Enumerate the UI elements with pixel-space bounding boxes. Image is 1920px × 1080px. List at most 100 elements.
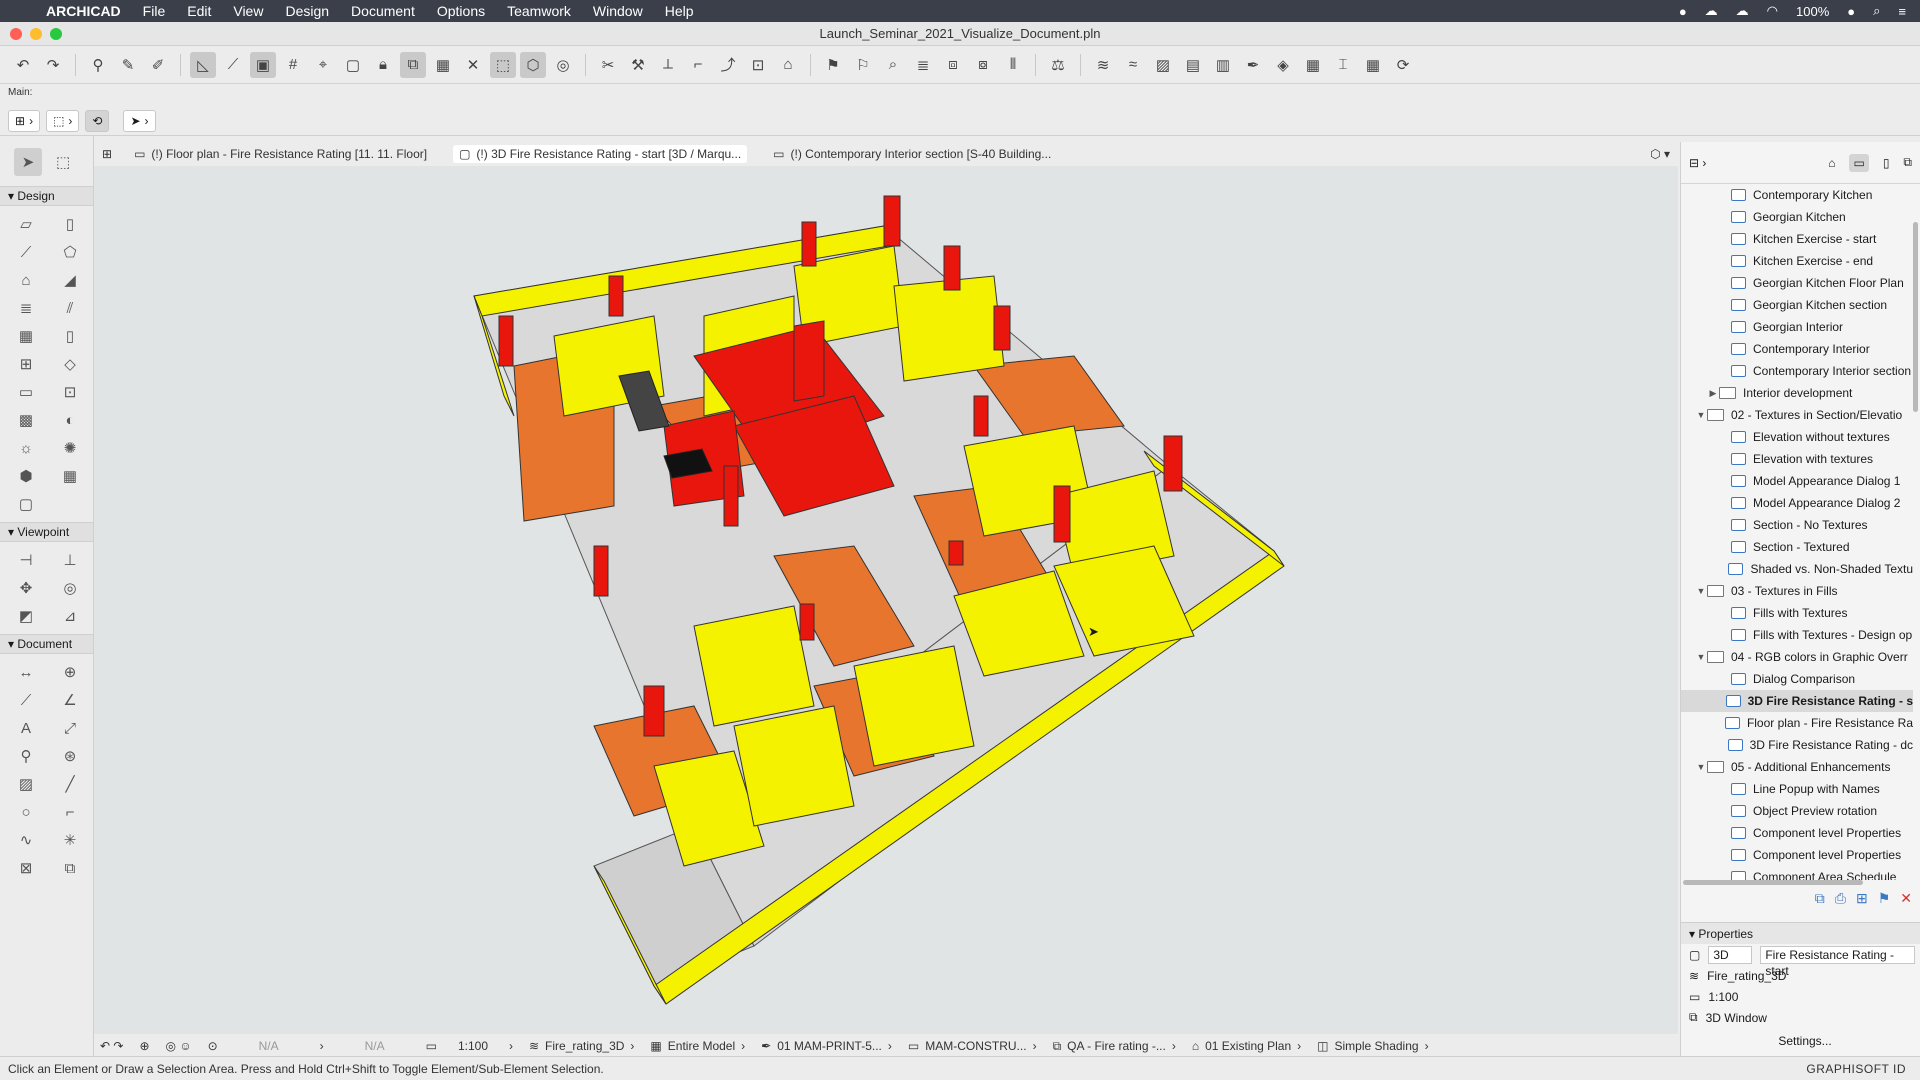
navigator-item[interactable]: ▼ 05 - Additional Enhancements xyxy=(1681,756,1913,778)
level-dimension-tool-icon[interactable]: ⟋ xyxy=(4,686,48,714)
mep-tool-icon[interactable]: ⬢ xyxy=(4,462,48,490)
menu-design[interactable]: Design xyxy=(285,3,329,19)
tab-options[interactable]: ⬡ ▾ xyxy=(1650,147,1670,161)
save-view-icon[interactable]: ⎙ xyxy=(1835,890,1846,907)
shading-selector[interactable]: ◫ Simple Shading › xyxy=(1317,1039,1428,1053)
slab-tool-icon[interactable]: ⬠ xyxy=(48,238,92,266)
navigator-item[interactable]: 3D Fire Resistance Rating - s xyxy=(1681,690,1913,712)
settings-button[interactable]: Settings... xyxy=(1778,1034,1831,1048)
render-icon[interactable]: ◎ xyxy=(550,52,576,78)
chevron-down-icon[interactable]: ▼ xyxy=(1695,652,1707,662)
toolbox-section-design[interactable]: ▾ Design xyxy=(0,186,93,206)
align-icon[interactable]: ⫴ xyxy=(1000,52,1026,78)
door-tool-icon[interactable]: ▯ xyxy=(48,322,92,350)
navigator-item[interactable]: 3D Fire Resistance Rating - dc xyxy=(1681,734,1913,756)
rotate-button[interactable]: ⟲ xyxy=(85,110,110,132)
model-view-selector[interactable]: ▦ Entire Model › xyxy=(650,1039,745,1053)
display-order-icon[interactable]: ≣ xyxy=(910,52,936,78)
navigator-item[interactable]: Section - No Textures xyxy=(1681,514,1913,536)
navigator-item[interactable]: Model Appearance Dialog 1 xyxy=(1681,470,1913,492)
graphisoft-id-link[interactable]: GRAPHISOFT ID xyxy=(1806,1062,1920,1076)
stair-tool-icon[interactable]: ≣ xyxy=(4,294,48,322)
navigator-item[interactable]: Component level Properties xyxy=(1681,822,1913,844)
layer-settings-icon[interactable]: ≋ xyxy=(1090,52,1116,78)
navigator-vertical-scrollbar[interactable] xyxy=(1913,222,1918,412)
split-icon[interactable]: ✂ xyxy=(595,52,621,78)
navigator-item[interactable]: Line Popup with Names xyxy=(1681,778,1913,800)
text-tool-icon[interactable]: A xyxy=(4,714,48,742)
section-icon[interactable]: ✕ xyxy=(460,52,486,78)
navigator-item[interactable]: Component Area Schedule xyxy=(1681,866,1913,880)
pen-set-selector[interactable]: ✒ 01 MAM-PRINT-5... › xyxy=(761,1039,892,1053)
navigator-item[interactable]: Georgian Interior xyxy=(1681,316,1913,338)
selection-method[interactable]: ⬚ › xyxy=(46,110,80,132)
beam-tool-icon[interactable]: ⟋ xyxy=(4,238,48,266)
view-map-icon[interactable]: ▭ xyxy=(1849,153,1869,172)
dimensions-icon[interactable]: ⌶ xyxy=(1330,52,1356,78)
redo-icon[interactable]: ↷ xyxy=(40,52,66,78)
snap-points-icon[interactable]: ▣ xyxy=(250,51,276,78)
hotspot-tool-icon[interactable]: ✳ xyxy=(48,826,92,854)
chevron-down-icon[interactable]: ▼ xyxy=(1695,762,1707,772)
tab-section[interactable]: ▭ (!) Contemporary Interior section [S-40… xyxy=(773,147,1051,161)
navigator-item[interactable]: Floor plan - Fire Resistance Ra xyxy=(1681,712,1913,734)
properties-header[interactable]: ▾ Properties xyxy=(1681,922,1920,944)
navigator-item[interactable]: Georgian Kitchen xyxy=(1681,206,1913,228)
navigator-item[interactable]: Georgian Kitchen Floor Plan xyxy=(1681,272,1913,294)
delete-icon[interactable]: ✕ xyxy=(1900,890,1912,907)
minimize-window-button[interactable] xyxy=(30,28,42,40)
new-folder-icon[interactable]: ⊞ xyxy=(1856,890,1868,907)
teamwork-send-icon[interactable]: ⟳ xyxy=(1390,52,1416,78)
pick-up-parameters-icon[interactable]: ✎ xyxy=(115,52,141,78)
mesh-tool-icon[interactable]: ▩ xyxy=(4,406,48,434)
navigator-item[interactable]: ▶ Interior development xyxy=(1681,382,1913,404)
chevron-down-icon[interactable]: ▼ xyxy=(1695,410,1707,420)
lamp-tool-icon[interactable]: ☼ xyxy=(4,434,48,462)
zoom-in-button[interactable]: ⊕ xyxy=(139,1039,149,1053)
floor-plan-icon[interactable]: ▦ xyxy=(430,52,456,78)
undo-zoom-button[interactable]: ↶ ↷ xyxy=(100,1039,123,1053)
user-icon[interactable]: ● xyxy=(1847,4,1855,19)
menu-view[interactable]: View xyxy=(233,3,263,19)
renovation-icon[interactable]: ⚖ xyxy=(1045,52,1071,78)
resize-icon[interactable]: ⊡ xyxy=(745,52,771,78)
close-window-button[interactable] xyxy=(10,28,22,40)
lock-icon[interactable]: 🔒︎ xyxy=(370,52,396,78)
trace-icon[interactable]: ⧉ xyxy=(400,51,426,78)
marquee-tool-icon[interactable]: ⬚ xyxy=(56,148,70,176)
renovation-selector[interactable]: ⌂ 01 Existing Plan › xyxy=(1192,1039,1301,1053)
navigator-item[interactable]: Dialog Comparison xyxy=(1681,668,1913,690)
change-tool-icon[interactable]: ⊿ xyxy=(48,602,92,630)
menu-options[interactable]: Options xyxy=(437,3,485,19)
search-replace-icon[interactable]: ⌕ xyxy=(880,52,906,78)
find-select-icon[interactable]: ⚲ xyxy=(85,52,111,78)
window-tool-icon[interactable]: ⊞ xyxy=(4,350,48,378)
surfaces-icon[interactable]: ◈ xyxy=(1270,52,1296,78)
orbit-button[interactable]: ◎ ☺ xyxy=(166,1039,192,1053)
construction-selector[interactable]: ▭ MAM-CONSTRU... › xyxy=(908,1039,1037,1053)
battery-text[interactable]: 100% xyxy=(1796,4,1829,19)
navigator-item[interactable]: ▼ 03 - Textures in Fills xyxy=(1681,580,1913,602)
profiles-icon[interactable]: ▥ xyxy=(1210,52,1236,78)
undo-icon[interactable]: ↶ xyxy=(10,52,36,78)
settings-icon[interactable]: ⚑ xyxy=(1878,890,1891,907)
opening-tool-icon[interactable]: ▢ xyxy=(4,490,48,518)
section-tool-icon[interactable]: ⊣ xyxy=(4,546,48,574)
wifi-icon[interactable]: ◠ xyxy=(1767,3,1778,19)
skylight-tool-icon[interactable]: ◇ xyxy=(48,350,92,378)
curtain-wall-tool-icon[interactable]: ▦ xyxy=(4,322,48,350)
navigator-item[interactable]: Contemporary Kitchen xyxy=(1681,184,1913,206)
toolbox-section-viewpoint[interactable]: ▾ Viewpoint xyxy=(0,522,93,542)
worksheet-tool-icon[interactable]: ◎ xyxy=(48,574,92,602)
flag-icon[interactable]: ⚑ xyxy=(820,52,846,78)
line-types-icon[interactable]: ≈ xyxy=(1120,52,1146,78)
roof-tool-icon[interactable]: ⌂ xyxy=(4,266,48,294)
navigator-item[interactable]: Fills with Textures xyxy=(1681,602,1913,624)
suspend-groups-icon[interactable]: ⌖ xyxy=(310,52,336,78)
navigator-item[interactable]: Kitchen Exercise - start xyxy=(1681,228,1913,250)
3d-viewport[interactable]: ➤ xyxy=(94,166,1678,1034)
arrow-tool-icon[interactable]: ➤ xyxy=(14,148,42,176)
navigator-item[interactable]: Elevation with textures xyxy=(1681,448,1913,470)
marker-tool-icon[interactable]: ⚲ xyxy=(4,742,48,770)
navigator-item[interactable]: Contemporary Interior section xyxy=(1681,360,1913,382)
